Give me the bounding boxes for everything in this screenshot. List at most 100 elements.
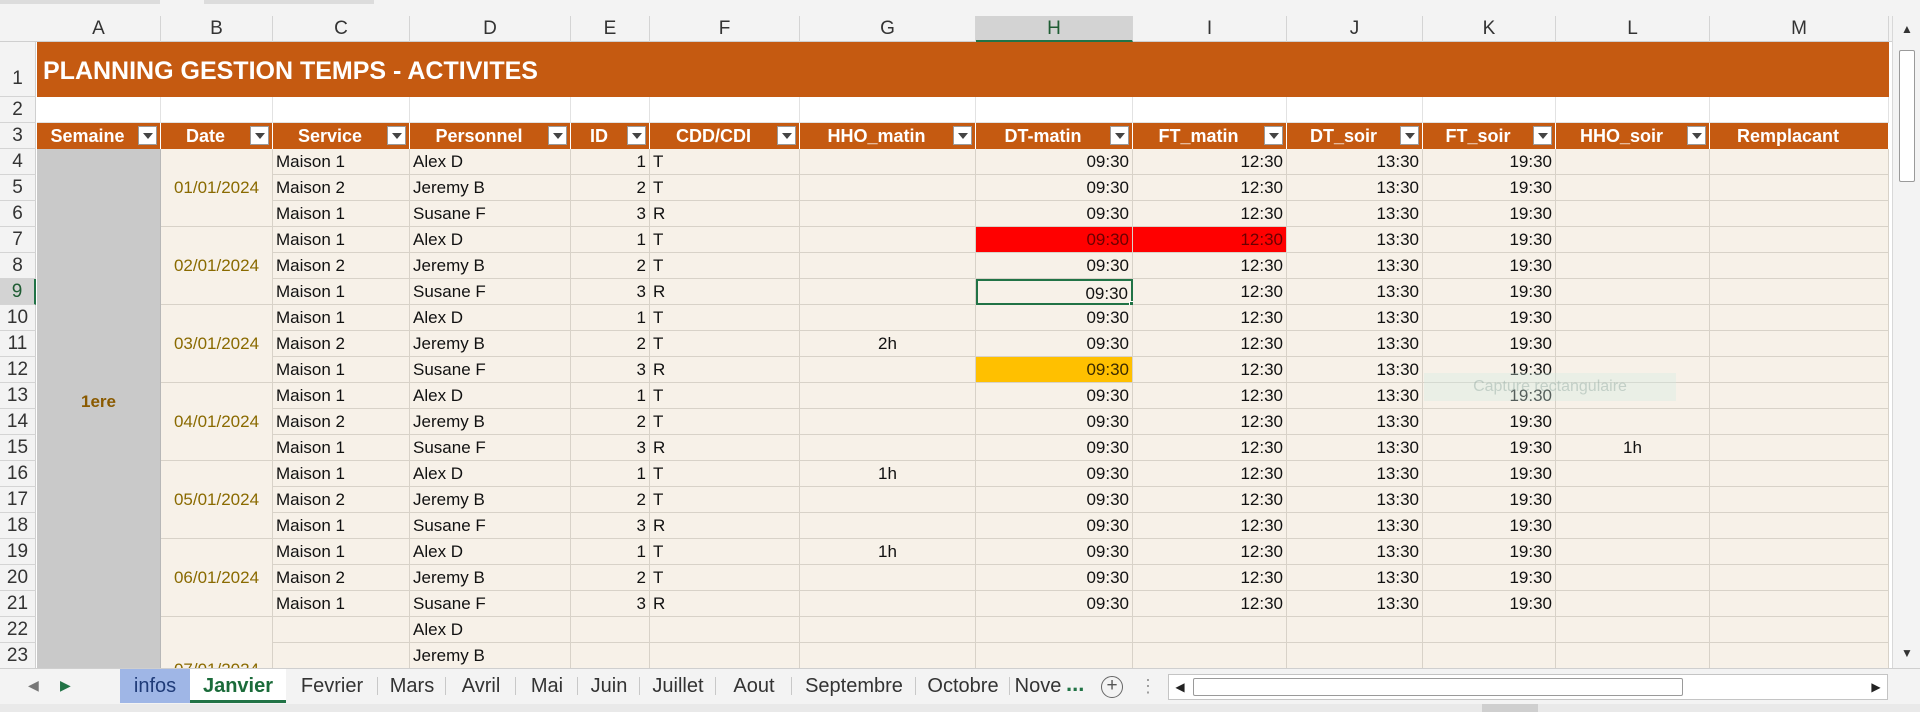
cell-id[interactable]: 3	[571, 513, 650, 539]
cell-ft-soir[interactable]	[1423, 643, 1556, 669]
cell-contract[interactable]: T	[650, 565, 800, 591]
filter-dropdown-icon[interactable]	[627, 126, 646, 145]
cell-row2[interactable]	[1423, 97, 1556, 123]
cell-service[interactable]: Maison 1	[273, 513, 410, 539]
cell-contract[interactable]: R	[650, 435, 800, 461]
cell-id[interactable]	[571, 617, 650, 643]
row-header-17[interactable]: 17	[0, 487, 36, 513]
cell-personnel[interactable]: Jeremy B	[410, 331, 571, 357]
cell-row2[interactable]	[273, 97, 410, 123]
cell-remplacant[interactable]	[1710, 149, 1889, 175]
cell-service[interactable]: Maison 2	[273, 175, 410, 201]
cell-dt-matin[interactable]: 09:30	[976, 175, 1133, 201]
cell-remplacant[interactable]	[1710, 513, 1889, 539]
row-header-21[interactable]: 21	[0, 591, 36, 617]
cell-personnel[interactable]: Alex D	[410, 149, 571, 175]
scroll-down-icon[interactable]: ▼	[1898, 644, 1916, 662]
sheet-tab-juin[interactable]: Juin	[578, 669, 640, 703]
cell-dt-matin[interactable]: 09:30	[976, 305, 1133, 331]
cell-row2[interactable]	[571, 97, 650, 123]
sheet-tab-octobre[interactable]: Octobre	[916, 669, 1010, 703]
cell-dt-soir[interactable]: 13:30	[1287, 513, 1423, 539]
cell-ft-soir[interactable]: 19:30	[1423, 305, 1556, 331]
cell-remplacant[interactable]	[1710, 487, 1889, 513]
cell-dt-matin[interactable]	[976, 617, 1133, 643]
cell-hho-matin[interactable]	[800, 305, 976, 331]
cell-remplacant[interactable]	[1710, 175, 1889, 201]
row-header-11[interactable]: 11	[0, 331, 36, 357]
cell-personnel[interactable]: Alex D	[410, 539, 571, 565]
cell-ft-matin[interactable]: 12:30	[1133, 383, 1287, 409]
cell-personnel[interactable]: Jeremy B	[410, 487, 571, 513]
cell-contract[interactable]: R	[650, 591, 800, 617]
cell-ft-soir[interactable]: 19:30	[1423, 513, 1556, 539]
row-header-18[interactable]: 18	[0, 513, 36, 539]
cell-personnel[interactable]: Alex D	[410, 383, 571, 409]
cell-hho-soir[interactable]	[1556, 617, 1710, 643]
cell-id[interactable]: 2	[571, 331, 650, 357]
cell-contract[interactable]: R	[650, 279, 800, 305]
cell-contract[interactable]: T	[650, 331, 800, 357]
cell-ft-soir[interactable]: 19:30	[1423, 461, 1556, 487]
cell-id[interactable]: 2	[571, 487, 650, 513]
cell-dt-soir[interactable]: 13:30	[1287, 409, 1423, 435]
filter-dropdown-icon[interactable]	[953, 126, 972, 145]
filter-dropdown-icon[interactable]	[1533, 126, 1552, 145]
cell-contract[interactable]: T	[650, 409, 800, 435]
cell-dt-soir[interactable]: 13:30	[1287, 591, 1423, 617]
cell-service[interactable]: Maison 1	[273, 279, 410, 305]
cell-personnel[interactable]: Alex D	[410, 461, 571, 487]
cell-personnel[interactable]: Susane F	[410, 279, 571, 305]
sheet-tab-infos[interactable]: infos	[120, 669, 190, 703]
cell-remplacant[interactable]	[1710, 435, 1889, 461]
cell-personnel[interactable]: Susane F	[410, 513, 571, 539]
cell-service[interactable]: Maison 2	[273, 565, 410, 591]
cell-row2[interactable]	[1710, 97, 1889, 123]
week-cell[interactable]: 1ere	[37, 149, 161, 669]
cell-dt-soir[interactable]: 13:30	[1287, 487, 1423, 513]
cell-row2[interactable]	[1556, 97, 1710, 123]
cell-dt-matin[interactable]: 09:30	[976, 201, 1133, 227]
cell-ft-matin[interactable]: 12:30	[1133, 513, 1287, 539]
scroll-left-icon[interactable]: ◀	[1171, 678, 1189, 696]
cell-ft-soir[interactable]: 19:30	[1423, 591, 1556, 617]
cell-service[interactable]: Maison 1	[273, 227, 410, 253]
cell-remplacant[interactable]	[1710, 643, 1889, 669]
cell-hho-matin[interactable]	[800, 279, 976, 305]
cell-dt-soir[interactable]: 13:30	[1287, 357, 1423, 383]
cell-dt-soir[interactable]: 13:30	[1287, 149, 1423, 175]
sheet-tab-mars[interactable]: Mars	[378, 669, 446, 703]
cell-id[interactable]: 2	[571, 253, 650, 279]
row-header-23[interactable]: 23	[0, 643, 36, 669]
cell-service[interactable]: Maison 1	[273, 435, 410, 461]
cell-id[interactable]	[571, 643, 650, 669]
cell-hho-matin[interactable]	[800, 435, 976, 461]
cell-hho-soir[interactable]	[1556, 565, 1710, 591]
cell-personnel[interactable]: Susane F	[410, 201, 571, 227]
row-header-4[interactable]: 4	[0, 149, 36, 175]
cell-ft-soir[interactable]: 19:30	[1423, 175, 1556, 201]
filter-dropdown-icon[interactable]	[138, 126, 157, 145]
date-cell[interactable]: 02/01/2024	[161, 227, 273, 305]
cell-hho-matin[interactable]	[800, 409, 976, 435]
cell-id[interactable]: 3	[571, 357, 650, 383]
cell-hho-matin[interactable]	[800, 591, 976, 617]
row-header-1[interactable]: 1	[0, 42, 36, 97]
row-header-9[interactable]: 9	[0, 279, 36, 305]
sheet-title[interactable]: PLANNING GESTION TEMPS - ACTIVITES	[37, 42, 1889, 97]
date-cell[interactable]: 03/01/2024	[161, 305, 273, 383]
cell-hho-soir[interactable]	[1556, 227, 1710, 253]
cell-contract[interactable]: T	[650, 383, 800, 409]
row-header-19[interactable]: 19	[0, 539, 36, 565]
cell-id[interactable]: 1	[571, 305, 650, 331]
cell-hho-soir[interactable]	[1556, 487, 1710, 513]
cell-remplacant[interactable]	[1710, 591, 1889, 617]
cell-service[interactable]: Maison 1	[273, 591, 410, 617]
row-header-7[interactable]: 7	[0, 227, 36, 253]
date-cell[interactable]: 04/01/2024	[161, 383, 273, 461]
cell-hho-soir[interactable]	[1556, 149, 1710, 175]
cell-hho-soir[interactable]	[1556, 409, 1710, 435]
cell-hho-matin[interactable]	[800, 565, 976, 591]
cell-ft-matin[interactable]: 12:30	[1133, 175, 1287, 201]
scroll-right-icon[interactable]: ▶	[1867, 678, 1885, 696]
